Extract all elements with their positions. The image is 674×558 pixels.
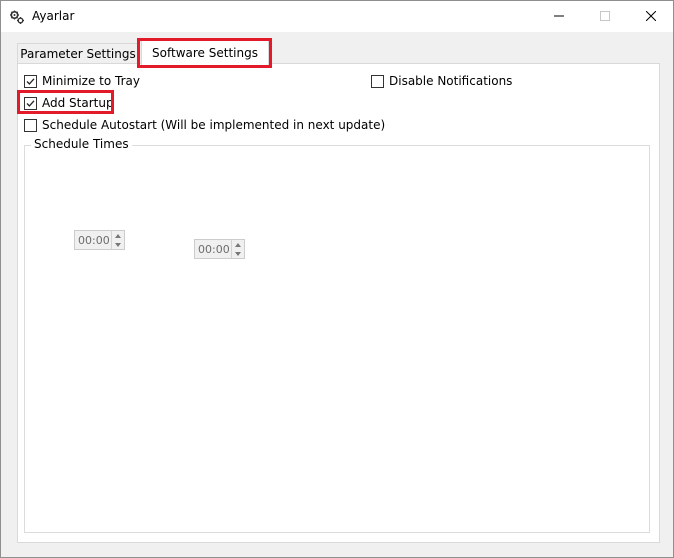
minimize-button[interactable] xyxy=(536,1,582,32)
checkbox-label: Disable Notifications xyxy=(389,74,513,88)
schedule-times-title: Schedule Times xyxy=(31,137,132,151)
time-value: 00:00 xyxy=(198,242,230,256)
minimize-to-tray-checkbox[interactable]: Minimize to Tray xyxy=(24,74,140,88)
minimize-icon xyxy=(554,10,564,24)
checkbox-box xyxy=(371,74,384,88)
close-button[interactable] xyxy=(628,1,673,32)
spin-down-button[interactable] xyxy=(232,249,244,258)
caret-down-icon xyxy=(115,242,122,247)
checkbox-box xyxy=(24,118,37,132)
settings-window: Ayarlar Parameter Settings Software Sett… xyxy=(0,0,674,558)
tab-label: Parameter Settings xyxy=(20,46,136,61)
close-icon xyxy=(645,10,657,24)
time-value: 00:00 xyxy=(78,233,110,247)
maximize-icon xyxy=(600,10,610,24)
spin-up-button[interactable] xyxy=(112,231,124,240)
checkbox-label: Schedule Autostart (Will be implemented … xyxy=(42,118,386,132)
spin-down-button[interactable] xyxy=(112,240,124,249)
checkbox-box xyxy=(24,74,37,88)
highlight-box-software-tab xyxy=(137,38,272,68)
caret-down-icon xyxy=(235,251,242,256)
spinner-buttons xyxy=(111,231,124,249)
gears-icon xyxy=(9,9,25,25)
highlight-box-add-startup xyxy=(17,90,114,114)
title-bar: Ayarlar xyxy=(1,1,673,32)
spin-up-button[interactable] xyxy=(232,240,244,249)
disable-notifications-checkbox[interactable]: Disable Notifications xyxy=(371,74,512,88)
spinner-buttons xyxy=(231,240,244,258)
caret-up-icon xyxy=(235,242,242,247)
schedule-time-spinner[interactable]: 00:00 xyxy=(74,230,125,250)
checkmark-icon xyxy=(26,77,35,85)
schedule-time-spinner[interactable]: 00:00 xyxy=(194,239,245,259)
schedule-autostart-checkbox[interactable]: Schedule Autostart (Will be implemented … xyxy=(24,118,385,132)
schedule-times-group xyxy=(24,145,650,533)
tab-parameter-settings[interactable]: Parameter Settings xyxy=(17,43,139,63)
window-title: Ayarlar xyxy=(32,9,75,23)
maximize-button[interactable] xyxy=(582,1,628,32)
checkbox-label: Minimize to Tray xyxy=(42,74,140,88)
caret-up-icon xyxy=(115,233,122,238)
